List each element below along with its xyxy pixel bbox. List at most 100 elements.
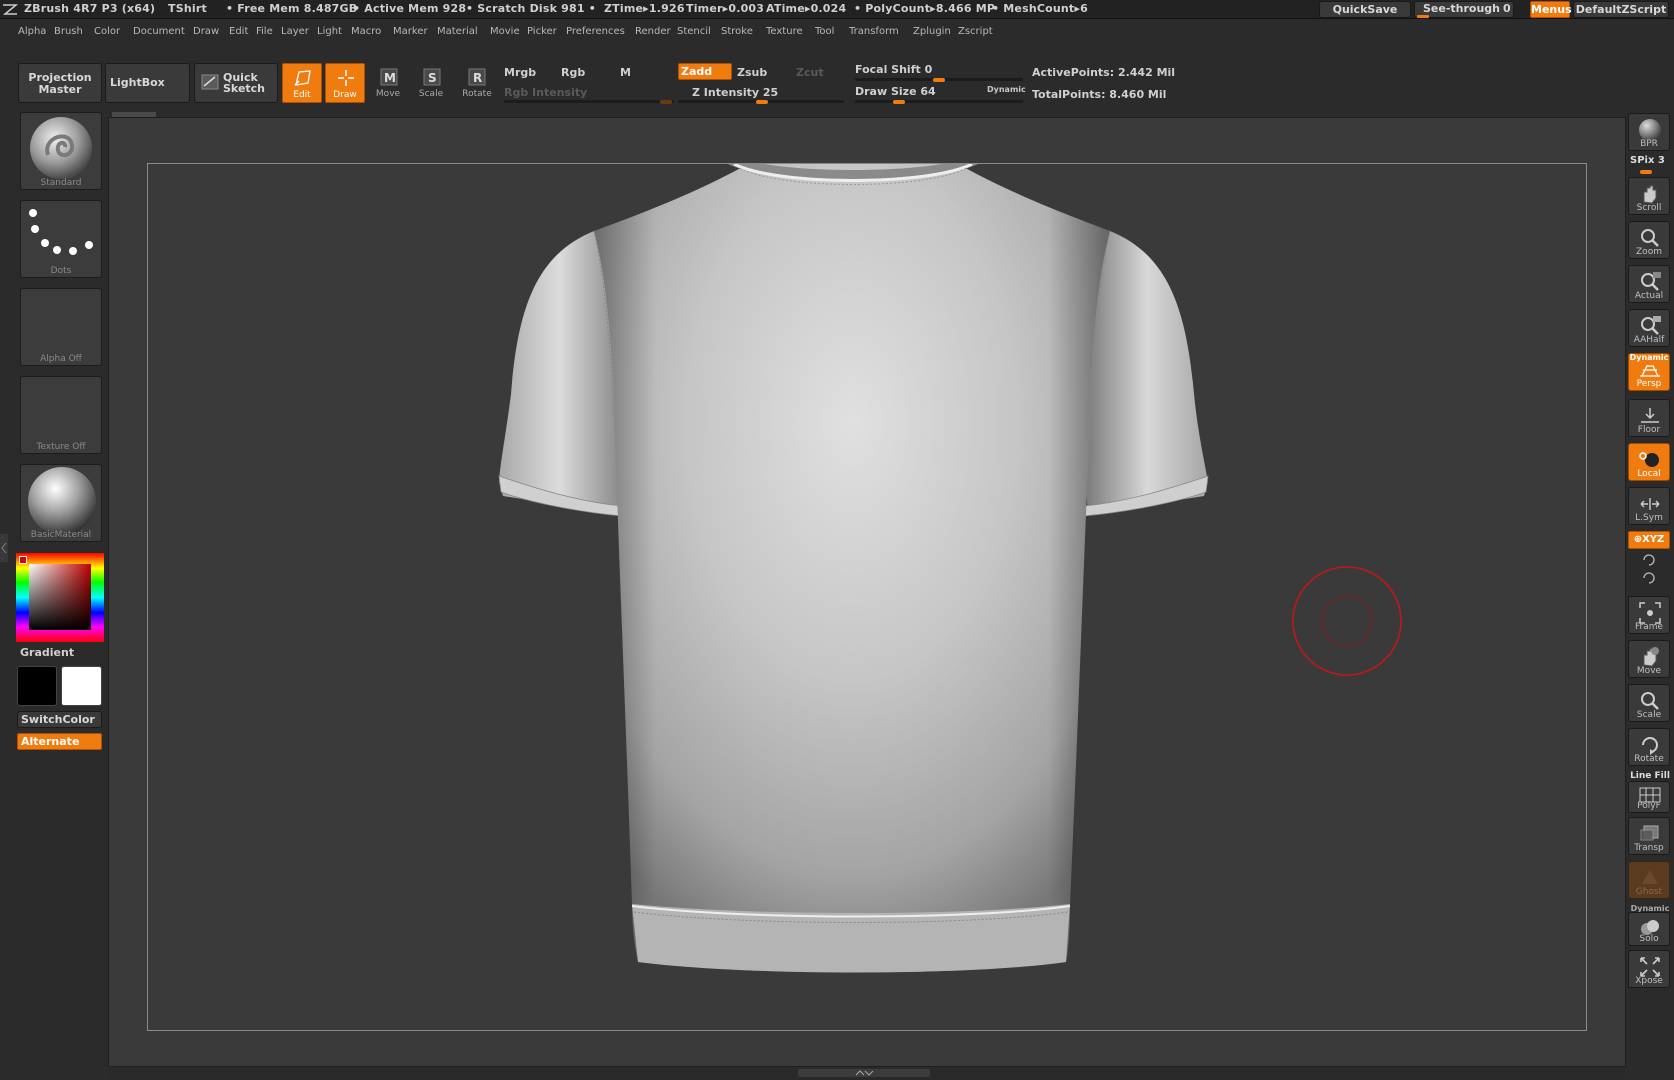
standard-brush-icon — [30, 117, 92, 179]
secondary-color-swatch[interactable] — [17, 666, 57, 706]
menu-picker[interactable]: Picker — [527, 26, 557, 37]
menu-brush[interactable]: Brush — [54, 26, 83, 37]
menu-bar: Alpha Brush Color Document Draw Edit Fil… — [0, 19, 1674, 45]
rgb-intensity-slider[interactable]: Rgb Intensity — [504, 86, 587, 99]
color-picker[interactable] — [16, 553, 104, 642]
stroke-thumbnail[interactable]: Dots — [20, 200, 102, 278]
meshcount-readout: • MeshCount▸6 — [992, 2, 1088, 15]
transp-button[interactable]: Transp — [1628, 817, 1670, 855]
menu-stroke[interactable]: Stroke — [721, 26, 753, 37]
rotate-button[interactable]: R Rotate — [454, 63, 500, 103]
svg-text:R: R — [473, 71, 482, 85]
draw-size-knob — [893, 100, 905, 104]
menu-color[interactable]: Color — [94, 26, 120, 37]
scale-button[interactable]: S Scale — [411, 63, 451, 103]
alpha-thumbnail[interactable]: Alpha Off — [20, 288, 102, 366]
floor-button[interactable]: Floor — [1628, 399, 1670, 437]
default-zscript-button[interactable]: DefaultZScript — [1573, 1, 1669, 18]
active-mem-readout: • Active Mem 928 — [353, 2, 467, 15]
menu-zscript[interactable]: Zscript — [958, 26, 993, 37]
solo-button[interactable]: Solo — [1628, 912, 1670, 946]
menu-tool[interactable]: Tool — [815, 26, 834, 37]
quick-sketch-button[interactable]: Quick Sketch — [194, 63, 278, 103]
menu-movie[interactable]: Movie — [490, 26, 520, 37]
texture-thumbnail[interactable]: Texture Off — [20, 376, 102, 454]
stroke-label: Dots — [50, 266, 72, 276]
menu-edit[interactable]: Edit — [229, 26, 248, 37]
zadd-button[interactable]: Zadd — [678, 63, 732, 80]
material-thumbnail[interactable]: BasicMaterial — [20, 464, 102, 542]
frame-button[interactable]: Frame — [1628, 596, 1670, 634]
menu-transform[interactable]: Transform — [849, 26, 899, 37]
focal-shift-knob — [933, 78, 945, 82]
actual-button[interactable]: Actual — [1628, 265, 1670, 303]
see-through-slider[interactable]: See-through 0 — [1414, 1, 1514, 18]
gradient-toggle[interactable]: Gradient — [20, 646, 74, 659]
brush-cursor — [1292, 566, 1402, 676]
switch-color-button[interactable]: SwitchColor — [17, 711, 102, 728]
z-intensity-slider[interactable]: Z Intensity 25 — [692, 86, 778, 99]
bpr-button[interactable]: BPR — [1628, 113, 1670, 151]
scale-view-button[interactable]: Scale — [1628, 684, 1670, 722]
menu-texture[interactable]: Texture — [766, 26, 803, 37]
scale-label: Scale — [418, 89, 444, 99]
menu-light[interactable]: Light — [317, 26, 342, 37]
menu-macro[interactable]: Macro — [351, 26, 381, 37]
atime-readout: ATime▸0.024 — [766, 2, 847, 15]
ghost-button[interactable]: Ghost — [1628, 861, 1670, 899]
menu-material[interactable]: Material — [437, 26, 478, 37]
document-name: TShirt — [168, 2, 207, 15]
mrgb-button[interactable]: Mrgb — [504, 66, 536, 79]
dynamic-toggle[interactable]: Dynamic — [987, 85, 1026, 94]
projection-master-button[interactable]: Projection Master — [18, 63, 102, 103]
color-picker-marker[interactable] — [19, 556, 27, 564]
rotate-axis-icons[interactable] — [1640, 552, 1658, 586]
rotate-label: Rotate — [462, 89, 492, 99]
menu-zplugin[interactable]: Zplugin — [913, 26, 951, 37]
lightbox-button[interactable]: LightBox — [105, 63, 190, 103]
alternate-button[interactable]: Alternate — [17, 733, 102, 750]
rotate-view-button[interactable]: Rotate — [1628, 728, 1670, 766]
xyz-rotate-button[interactable]: ⊕XYZ — [1628, 531, 1670, 549]
menu-file[interactable]: File — [256, 26, 273, 37]
zoom-label: Zoom — [1636, 247, 1662, 257]
total-points-readout: TotalPoints: 8.460 Mil — [1032, 88, 1167, 101]
zcut-button[interactable]: Zcut — [796, 66, 824, 79]
bottom-tray-handle[interactable] — [798, 1069, 930, 1077]
menu-marker[interactable]: Marker — [393, 26, 428, 37]
left-tray-handle[interactable] — [0, 534, 8, 562]
svg-text:M: M — [384, 71, 396, 85]
main-color-swatch[interactable] — [61, 666, 102, 706]
edit-button[interactable]: Edit — [282, 63, 322, 103]
xpose-button[interactable]: Xpose — [1628, 950, 1670, 988]
menu-draw[interactable]: Draw — [193, 26, 219, 37]
menu-alpha[interactable]: Alpha — [18, 26, 46, 37]
color-picker-square[interactable] — [29, 564, 91, 630]
menu-document[interactable]: Document — [133, 26, 185, 37]
aahalf-button[interactable]: AAHalf — [1628, 309, 1670, 347]
menus-button[interactable]: Menus — [1530, 1, 1572, 18]
draw-crosshair-icon — [338, 70, 354, 86]
draw-size-slider[interactable]: Draw Size 64 — [855, 85, 936, 98]
menu-render[interactable]: Render — [635, 26, 671, 37]
m-button[interactable]: M — [620, 66, 631, 79]
polyf-button[interactable]: PolyF — [1628, 781, 1670, 813]
menu-stencil[interactable]: Stencil — [677, 26, 711, 37]
move-view-button[interactable]: Move — [1628, 640, 1670, 678]
quicksave-button[interactable]: QuickSave — [1319, 1, 1411, 18]
draw-button[interactable]: Draw — [325, 63, 365, 103]
lsym-button[interactable]: L.Sym — [1628, 487, 1670, 525]
menu-layer[interactable]: Layer — [281, 26, 309, 37]
move-label: Move — [375, 89, 401, 99]
spix-slider[interactable]: SPix 3 — [1630, 155, 1665, 166]
zoom-button[interactable]: Zoom — [1628, 221, 1670, 259]
scroll-button[interactable]: Scroll — [1628, 177, 1670, 215]
zsub-button[interactable]: Zsub — [737, 66, 767, 79]
menu-preferences[interactable]: Preferences — [566, 26, 625, 37]
persp-button[interactable]: Dynamic Persp — [1628, 353, 1670, 391]
move-button[interactable]: M Move — [368, 63, 408, 103]
focal-shift-slider[interactable]: Focal Shift 0 — [855, 63, 932, 76]
rgb-button[interactable]: Rgb — [561, 66, 585, 79]
local-button[interactable]: Local — [1628, 443, 1670, 481]
brush-thumbnail[interactable]: Standard — [20, 112, 102, 190]
